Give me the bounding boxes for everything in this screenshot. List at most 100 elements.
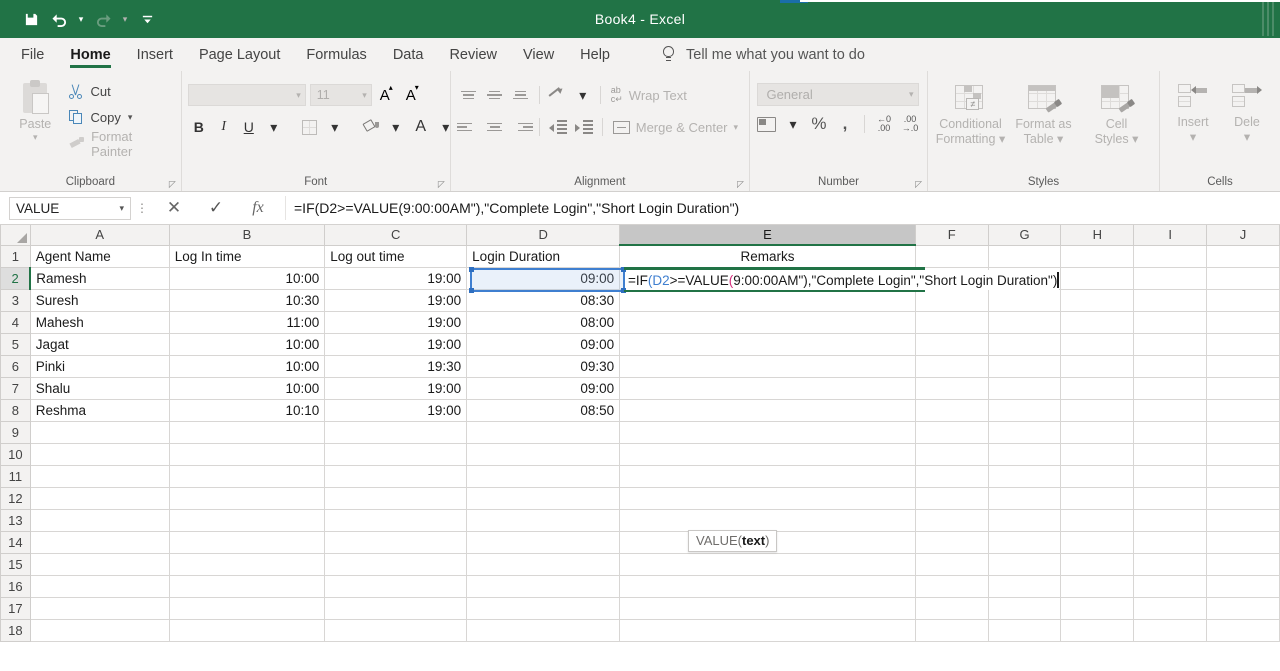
cell-c9[interactable] [324,421,468,444]
cell-h2[interactable] [1060,267,1135,290]
cell-e4[interactable] [619,311,916,334]
cell-styles-caret-icon[interactable]: ▾ [1132,132,1138,146]
row-header-16[interactable]: 16 [0,574,31,598]
cell-g18[interactable] [988,619,1062,642]
cell-c3[interactable]: 19:00 [324,289,468,312]
row-header-3[interactable]: 3 [0,288,31,312]
font-size-caret-icon[interactable]: ▾ [362,90,367,101]
wrap-text-button[interactable]: ab c↵ Wrap Text [607,86,687,104]
cell-h9[interactable] [1060,421,1135,444]
cell-c10[interactable] [324,443,468,466]
cell-a5[interactable]: Jagat [30,333,170,356]
cell-g13[interactable] [988,509,1062,532]
cell-f15[interactable] [915,553,989,576]
orientation-button[interactable] [546,84,570,106]
undo-icon[interactable] [46,6,72,32]
cell-b6[interactable]: 10:00 [169,355,326,378]
cell-i1[interactable] [1133,245,1208,268]
cell-j8[interactable] [1206,399,1280,422]
cell-b17[interactable] [169,597,326,620]
cell-e12[interactable] [619,487,916,510]
cell-d17[interactable] [466,597,621,620]
cell-i2[interactable] [1133,267,1208,290]
cell-a13[interactable] [30,509,170,532]
cell-d12[interactable] [466,487,621,510]
cell-c1[interactable]: Log out time [324,245,468,268]
row-header-8[interactable]: 8 [0,398,31,422]
cell-c5[interactable]: 19:00 [324,333,468,356]
cell-d9[interactable] [466,421,621,444]
clipboard-dialog-launcher-icon[interactable]: ◸ [169,179,176,190]
accounting-caret-icon[interactable]: ▾ [782,113,804,135]
row-header-9[interactable]: 9 [0,420,31,444]
cell-a18[interactable] [30,619,170,642]
cell-i18[interactable] [1133,619,1208,642]
cell-c14[interactable] [324,531,468,554]
fill-color-caret-icon[interactable]: ▾ [385,116,407,138]
cell-i10[interactable] [1133,443,1208,466]
insert-cells-button[interactable]: Insert ▾ [1166,80,1220,173]
align-right-button[interactable] [509,116,533,138]
cell-i3[interactable] [1133,289,1208,312]
cell-i7[interactable] [1133,377,1208,400]
select-all-corner[interactable] [0,225,31,246]
cell-g6[interactable] [988,355,1062,378]
row-header-11[interactable]: 11 [0,464,31,488]
cell-e16[interactable] [619,575,916,598]
cell-d18[interactable] [466,619,621,642]
bold-button[interactable]: B [188,116,210,138]
cell-e15[interactable] [619,553,916,576]
cell-g16[interactable] [988,575,1062,598]
cell-g14[interactable] [988,531,1062,554]
row-header-7[interactable]: 7 [0,376,31,400]
decrease-font-size-icon[interactable]: A▾ [402,83,424,104]
font-color-button[interactable]: A [410,116,432,138]
cell-j7[interactable] [1206,377,1280,400]
row-header-6[interactable]: 6 [0,354,31,378]
paste-button[interactable]: Paste ▾ [6,76,65,173]
underline-button[interactable]: U [238,116,260,138]
cell-h3[interactable] [1060,289,1135,312]
cell-g12[interactable] [988,487,1062,510]
cell-j16[interactable] [1206,575,1280,598]
tab-insert[interactable]: Insert [124,38,186,71]
cell-e3[interactable] [619,289,916,312]
cell-i8[interactable] [1133,399,1208,422]
cell-c7[interactable]: 19:00 [324,377,468,400]
undo-dropdown-caret-icon[interactable]: ▾ [74,6,88,32]
row-header-14[interactable]: 14 [0,530,31,554]
cell-b4[interactable]: 11:00 [169,311,326,334]
font-dialog-launcher-icon[interactable]: ◸ [438,179,445,190]
increase-decimal-button[interactable]: ←0.00 [873,113,895,135]
cell-c4[interactable]: 19:00 [324,311,468,334]
cell-b7[interactable]: 10:00 [169,377,326,400]
cell-i11[interactable] [1133,465,1208,488]
cell-h7[interactable] [1060,377,1135,400]
cell-a1[interactable]: Agent Name [30,245,170,268]
cell-e10[interactable] [619,443,916,466]
cell-e13[interactable] [619,509,916,532]
alignment-dialog-launcher-icon[interactable]: ◸ [737,179,744,190]
cell-g3[interactable] [988,289,1062,312]
cell-f13[interactable] [915,509,989,532]
cell-editor-e2[interactable]: =IF(D2 >=VALUE(9:00:00AM"),"Complete Logi… [626,270,1059,290]
fill-color-button[interactable] [360,116,382,138]
increase-font-size-icon[interactable]: A▴ [376,83,398,104]
cell-a4[interactable]: Mahesh [30,311,170,334]
cell-e7[interactable] [619,377,916,400]
cell-i12[interactable] [1133,487,1208,510]
cell-j10[interactable] [1206,443,1280,466]
row-header-13[interactable]: 13 [0,508,31,532]
font-name-input[interactable]: ▾ [187,84,306,106]
cell-h6[interactable] [1060,355,1135,378]
insert-function-fx-icon[interactable]: fx [237,195,279,221]
tell-me-search[interactable]: Tell me what you want to do [623,38,865,71]
cell-e1[interactable]: Remarks [619,245,916,268]
tab-data[interactable]: Data [380,38,437,71]
format-as-table-caret-icon[interactable]: ▾ [1057,132,1063,146]
format-as-table-button[interactable]: Format as Table ▾ [1007,80,1080,173]
cell-h11[interactable] [1060,465,1135,488]
cell-b13[interactable] [169,509,326,532]
cell-f10[interactable] [915,443,989,466]
cell-e9[interactable] [619,421,916,444]
